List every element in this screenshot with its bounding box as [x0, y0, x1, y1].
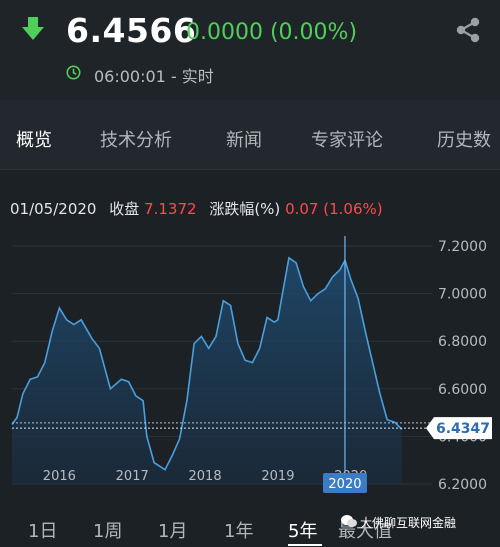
arrow-down-icon: [22, 17, 44, 40]
current-value-label: 6.4347: [436, 421, 490, 437]
x-tick-label: 2019: [261, 469, 294, 484]
x-tick-label: 2016: [43, 469, 76, 484]
y-tick-label: 6.6000: [438, 382, 487, 398]
clock-icon: [66, 65, 81, 80]
tab-overview[interactable]: 概览: [16, 126, 52, 152]
period-active-indicator: [288, 544, 322, 546]
crosshair-date-label: 2020: [328, 477, 361, 492]
tab-historical-data[interactable]: 历史数: [437, 126, 491, 152]
info-change-value: 0.07 (1.06%): [285, 200, 383, 218]
info-date: 01/05/2020: [10, 200, 97, 218]
x-tick-label: 2018: [189, 469, 222, 484]
current-price: 6.4566: [66, 11, 197, 50]
price-chart[interactable]: 7.20007.00006.80006.60006.40006.2000 201…: [0, 230, 500, 502]
price-change: 0.0000 (0.00%): [186, 20, 358, 45]
info-close-value: 7.1372: [144, 200, 197, 218]
tab-news[interactable]: 新闻: [226, 126, 262, 152]
period-1d[interactable]: 1日: [28, 517, 57, 543]
section-tabs: 概览 技术分析 新闻 专家评论 历史数: [0, 100, 500, 170]
period-1y[interactable]: 1年: [224, 517, 253, 543]
y-tick-label: 6.8000: [438, 334, 487, 350]
period-5y[interactable]: 5年: [288, 517, 317, 543]
y-tick-label: 6.2000: [438, 477, 487, 493]
crosshair-info: 01/05/2020 收盘 7.1372 涨跌幅(%) 0.07 (1.06%): [10, 198, 383, 219]
x-tick-label: 2017: [116, 469, 149, 484]
quote-time: 06:00:01 - 实时: [94, 67, 214, 86]
watermark-text: 大佛聊互联网金融: [360, 516, 457, 530]
period-1m[interactable]: 1月: [158, 517, 187, 543]
info-close-label: 收盘: [109, 200, 140, 218]
price-area: [12, 257, 402, 484]
info-change-label: 涨跌幅(%): [209, 200, 281, 218]
tab-technical-analysis[interactable]: 技术分析: [100, 126, 172, 152]
share-icon[interactable]: [454, 16, 482, 44]
wechat-icon: [341, 515, 357, 527]
y-tick-label: 7.2000: [438, 239, 487, 255]
y-tick-label: 7.0000: [438, 287, 487, 303]
tab-expert-comments[interactable]: 专家评论: [311, 126, 383, 152]
quote-header: 6.4566 0.0000 (0.00%) 06:00:01 - 实时: [0, 0, 500, 100]
period-1w[interactable]: 1周: [93, 517, 122, 543]
